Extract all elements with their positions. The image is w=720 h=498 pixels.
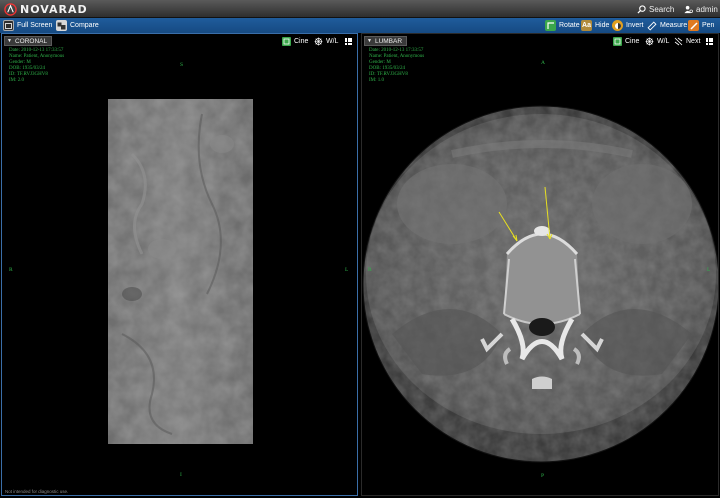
series-selector-coronal[interactable]: ▼ CORONAL bbox=[4, 36, 53, 46]
coronal-viewport-header: ▼ CORONAL Cine W/L bbox=[2, 34, 357, 47]
cine-label-left: Cine bbox=[294, 37, 309, 45]
invert-icon bbox=[612, 20, 623, 31]
orientation-left: R bbox=[368, 267, 372, 273]
cine-icon bbox=[613, 36, 622, 46]
cine-button-left[interactable]: Cine bbox=[282, 36, 308, 46]
caret-down-icon: ▼ bbox=[7, 38, 12, 44]
orientation-top: A bbox=[541, 60, 545, 66]
layout-button-right[interactable] bbox=[706, 36, 713, 46]
wl-icon bbox=[314, 37, 323, 46]
viewport-coronal[interactable]: ▼ CORONAL Cine W/L Date: 2010-12-13 17:3… bbox=[1, 33, 358, 496]
next-label: Next bbox=[686, 37, 701, 45]
series-selector-lumbar[interactable]: ▼ LUMBAR bbox=[364, 36, 408, 46]
orientation-bottom: P bbox=[541, 473, 545, 479]
coronal-image[interactable] bbox=[2, 34, 357, 495]
cine-label-right: Cine bbox=[625, 37, 640, 45]
fullscreen-icon bbox=[3, 20, 14, 31]
search-icon bbox=[637, 5, 646, 14]
user-label: admin bbox=[696, 5, 718, 14]
layout-grid-icon bbox=[345, 37, 352, 45]
wl-button-right[interactable]: W/L bbox=[645, 36, 669, 46]
cine-icon bbox=[282, 36, 291, 46]
fullscreen-button[interactable]: Full Screen bbox=[3, 19, 52, 32]
compare-button[interactable]: Compare bbox=[56, 19, 99, 32]
caret-down-icon: ▼ bbox=[367, 38, 372, 44]
patient-info-overlay-right: Date: 2010-12-13 17:33:57 Name: Patient,… bbox=[369, 48, 424, 84]
orientation-left: R bbox=[9, 267, 13, 273]
patient-info-overlay-left: Date: 2010-12-13 17:33:57 Name: Patient,… bbox=[9, 48, 64, 84]
lumbar-axial-image[interactable] bbox=[362, 34, 718, 495]
search-button[interactable]: Search bbox=[637, 3, 674, 16]
cine-button-right[interactable]: Cine bbox=[613, 36, 639, 46]
hide-button[interactable]: Aa Hide bbox=[581, 19, 609, 32]
orientation-right: L bbox=[345, 267, 349, 273]
pen-icon bbox=[688, 20, 699, 31]
next-icon bbox=[674, 37, 683, 46]
orientation-bottom: I bbox=[180, 472, 182, 478]
wl-button-left[interactable]: W/L bbox=[314, 36, 338, 46]
pen-button[interactable]: Pen bbox=[688, 19, 714, 32]
top-header-bar: NOVARAD Search admin bbox=[0, 0, 720, 18]
app-logo: NOVARAD bbox=[4, 2, 88, 16]
user-icon bbox=[684, 5, 693, 14]
compare-icon bbox=[56, 20, 67, 31]
layout-button-left[interactable] bbox=[345, 36, 352, 46]
invert-button[interactable]: Invert bbox=[612, 19, 644, 32]
main-toolbar: Full Screen Compare Rotate Aa Hide Inver… bbox=[0, 18, 720, 33]
series-label-lumbar: LUMBAR bbox=[374, 37, 403, 45]
invert-label: Invert bbox=[626, 22, 644, 29]
hide-icon: Aa bbox=[581, 20, 592, 31]
series-label-coronal: CORONAL bbox=[14, 37, 48, 45]
lumbar-viewport-header: ▼ LUMBAR Cine W/L Next bbox=[362, 34, 718, 47]
wl-label-left: W/L bbox=[326, 37, 339, 45]
rotate-icon bbox=[545, 20, 556, 31]
rotate-button[interactable]: Rotate bbox=[545, 19, 580, 32]
hide-label: Hide bbox=[595, 22, 610, 29]
viewport-lumbar[interactable]: ▼ LUMBAR Cine W/L Next Date: 2010-12-13 … bbox=[361, 33, 719, 496]
pen-label: Pen bbox=[702, 22, 715, 29]
image-number: IM: 2.0 bbox=[9, 78, 24, 83]
layout-grid-icon bbox=[706, 37, 713, 45]
rotate-label: Rotate bbox=[559, 22, 580, 29]
wl-icon bbox=[645, 37, 654, 46]
novarad-logo-icon bbox=[4, 2, 17, 16]
measure-label: Measure bbox=[660, 22, 688, 29]
fullscreen-label: Full Screen bbox=[17, 22, 53, 29]
orientation-top: S bbox=[180, 62, 184, 68]
novarad-viewer-app: NOVARAD Search admin Full Screen Compare… bbox=[0, 0, 720, 498]
user-menu[interactable]: admin bbox=[684, 3, 718, 16]
search-label: Search bbox=[649, 5, 675, 14]
orientation-right: L bbox=[707, 267, 711, 273]
disclaimer-text: Not intended for diagnostic use. bbox=[5, 489, 69, 494]
compare-label: Compare bbox=[70, 22, 99, 29]
wl-label-right: W/L bbox=[657, 37, 670, 45]
next-button[interactable]: Next bbox=[674, 36, 700, 46]
image-number: IM: 1.0 bbox=[369, 78, 384, 83]
measure-icon bbox=[646, 20, 657, 31]
app-logo-text: NOVARAD bbox=[20, 2, 88, 16]
measure-button[interactable]: Measure bbox=[646, 19, 687, 32]
